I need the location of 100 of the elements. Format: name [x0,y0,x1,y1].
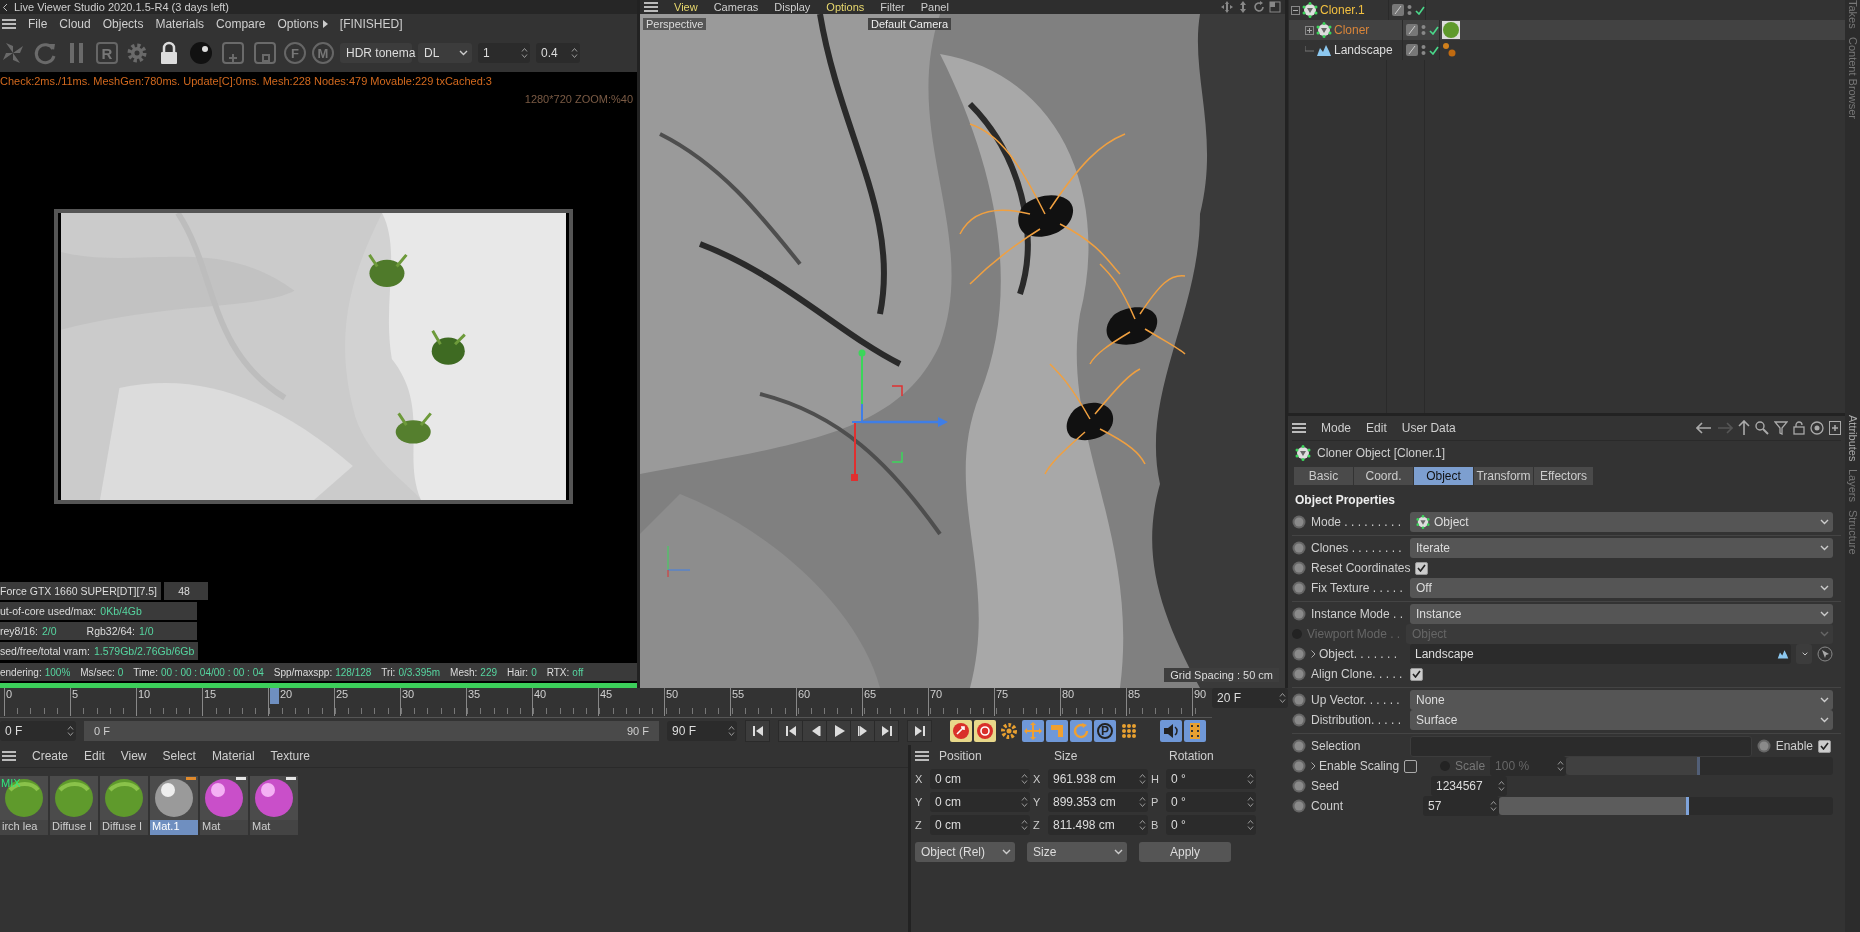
animation-toggle-icon[interactable] [1292,607,1306,621]
material-thumbnail[interactable]: Mat [200,776,248,835]
zoom-view-icon[interactable] [1237,1,1249,13]
kernel-dropdown[interactable]: DL [418,43,472,63]
visibility-dots-icon[interactable] [1407,4,1412,16]
layer-icon[interactable] [1406,24,1418,36]
start-frame-field[interactable]: 0 F [0,721,76,741]
playhead-marker[interactable] [270,688,279,704]
menu-item[interactable]: File [28,17,48,31]
animation-toggle-icon[interactable] [1292,581,1306,595]
position-field[interactable]: 0 cm [930,792,1030,812]
menu-icon[interactable] [644,1,658,13]
spinner-icon[interactable] [1490,800,1497,812]
menu-item[interactable]: Objects [102,17,144,31]
dropdown[interactable]: Iterate [1410,538,1833,558]
animation-toggle-icon[interactable] [1292,759,1306,773]
spinner-icon[interactable] [1247,796,1254,808]
rotation-field[interactable]: 0 ° [1166,769,1256,789]
coordinate-space-dropdown[interactable]: Object (Rel) [915,842,1015,862]
animation-toggle-icon[interactable] [1292,693,1306,707]
menu-item[interactable]: Select [162,749,196,763]
animation-toggle-icon[interactable] [1292,713,1306,727]
tab[interactable]: Object [1414,467,1473,485]
rotate-view-icon[interactable] [1253,1,1265,13]
spinner-icon[interactable] [728,725,735,737]
animation-toggle-icon[interactable] [1292,739,1306,753]
spinner-icon[interactable] [1021,796,1028,808]
rotation-field[interactable]: 0 ° [1166,792,1256,812]
object-row[interactable]: Landscape [1289,40,1845,60]
object-row[interactable]: Cloner [1289,20,1845,40]
position-field[interactable]: 0 cm [930,815,1030,835]
search-icon[interactable] [1755,421,1769,435]
spinner-icon[interactable] [1139,773,1146,785]
spinner-icon[interactable] [1279,692,1286,704]
spinner-icon[interactable] [1021,819,1028,831]
scale-slider[interactable] [1566,757,1833,775]
menu-item[interactable]: Edit [1366,421,1387,435]
pick-icon[interactable] [1817,646,1833,662]
frame-range-slider[interactable]: 0 F 90 F [84,721,659,741]
number-field[interactable]: 1 [478,43,530,63]
autokey-icon[interactable] [976,722,994,740]
dropdown[interactable]: Instance [1410,604,1833,624]
link-field[interactable]: Landscape [1410,644,1791,664]
menu-item[interactable]: Edit [84,749,105,763]
speaker-icon[interactable] [1162,722,1180,740]
new-panel-icon[interactable] [1829,421,1841,435]
previous-key-icon[interactable] [783,724,798,738]
selection-field[interactable] [1410,735,1752,757]
lock-icon[interactable] [1793,421,1805,435]
dot-grid-icon[interactable] [1120,722,1138,740]
spinner-icon[interactable] [67,725,74,737]
next-key-icon[interactable] [879,724,894,738]
record-key-icon[interactable] [952,722,970,740]
checkbox[interactable] [1818,739,1831,753]
material-thumbnail[interactable]: Diffuse I [100,776,148,835]
spinner-icon[interactable] [1498,780,1505,792]
menu-item[interactable]: View [120,749,147,763]
dropdown[interactable]: None [1410,690,1833,710]
back-icon[interactable] [2,2,8,12]
menu-icon[interactable] [1292,422,1306,434]
size-field[interactable]: 899.353 cm [1048,792,1148,812]
size-field[interactable]: 961.938 cm [1048,769,1148,789]
checkbox[interactable] [1415,561,1429,575]
spinner-icon[interactable] [1247,819,1254,831]
material-tag-icon[interactable] [1442,21,1460,39]
layout-icon[interactable] [1269,1,1281,13]
spinner-icon[interactable] [571,47,578,59]
visibility-dots-icon[interactable] [1421,24,1426,36]
add-square-icon[interactable] [220,40,246,66]
menu-item[interactable]: Compare [216,17,266,31]
checkbox[interactable] [1410,667,1423,681]
square-icon[interactable] [252,40,278,66]
side-tab[interactable]: Attributes [1846,414,1859,462]
material-thumbnail[interactable]: MIX irch lea [0,776,48,835]
apply-button[interactable]: Apply [1139,842,1231,862]
animation-toggle-icon[interactable] [1292,647,1306,661]
menu-item[interactable]: Texture [270,749,310,763]
animation-toggle-icon[interactable] [1292,779,1306,793]
number-field[interactable]: 1234567 [1431,776,1507,796]
rotation-field[interactable]: 0 ° [1166,815,1256,835]
menu-icon[interactable] [915,750,929,762]
menu-icon[interactable] [2,18,16,30]
size-mode-dropdown[interactable]: Size [1027,842,1127,862]
spinner-icon[interactable] [521,47,528,59]
tab[interactable]: Basic [1294,467,1353,485]
go-to-start-icon[interactable] [750,724,765,738]
tab[interactable]: Effectors [1534,467,1593,485]
material-thumbnail[interactable]: Diffuse I [50,776,98,835]
sphere-icon[interactable] [188,40,214,66]
menu-item[interactable]: View [674,1,698,13]
expand-icon[interactable] [1305,25,1314,35]
menu-item[interactable]: Panel [920,1,949,13]
current-frame-field[interactable]: 20 F [1212,688,1288,708]
menu-item[interactable]: Display [774,1,811,13]
move-view-icon[interactable] [1221,1,1233,13]
size-field[interactable]: 811.498 cm [1048,815,1148,835]
refresh-icon[interactable] [32,40,58,66]
checkbox[interactable] [1404,759,1418,773]
menu-item[interactable]: Filter [880,1,905,13]
menu-icon[interactable] [2,750,16,762]
